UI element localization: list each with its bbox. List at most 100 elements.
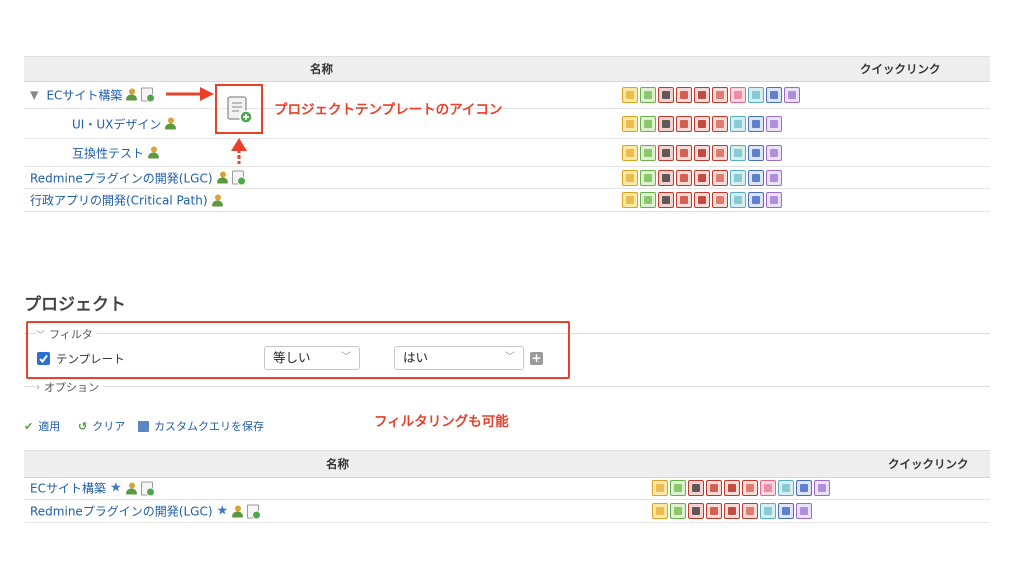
section-title: プロジェクト [24, 295, 126, 315]
gantt-icon[interactable] [676, 115, 692, 132]
word-icon[interactable] [748, 169, 764, 186]
gantt-icon[interactable] [676, 169, 692, 186]
quicklink-group [622, 86, 800, 103]
issues-icon[interactable] [652, 480, 668, 496]
project-link[interactable]: 行政アプリの開発(Critical Path) [30, 192, 208, 209]
settings-icon[interactable] [796, 503, 812, 519]
annotation-arrow-up [231, 138, 247, 164]
settings-icon[interactable] [766, 144, 782, 161]
issues-icon[interactable] [622, 115, 638, 132]
project-link[interactable]: ECサイト構築 [46, 86, 122, 103]
wiki-icon[interactable] [640, 169, 656, 186]
wiki-icon[interactable] [640, 192, 656, 208]
word-icon[interactable] [766, 86, 782, 103]
options-label: オプション [44, 381, 99, 394]
wiki-icon[interactable] [670, 503, 686, 519]
calendar-icon[interactable] [694, 192, 710, 208]
favorite-star-icon[interactable]: ★ [110, 481, 122, 496]
word-icon[interactable] [796, 480, 812, 496]
quicklink-group [622, 144, 782, 161]
bottom-col-quicklink[interactable]: クイックリンク [888, 456, 969, 472]
settings-icon[interactable] [814, 480, 830, 496]
documents-icon[interactable] [778, 480, 794, 496]
settings-icon[interactable] [766, 169, 782, 186]
issues-icon[interactable] [622, 144, 638, 161]
calendar-icon[interactable] [724, 503, 740, 519]
member-icon [148, 146, 160, 159]
chart-icon[interactable] [742, 503, 758, 519]
documents-icon[interactable] [730, 144, 746, 161]
table-row: UI・UXデザイン [24, 109, 990, 139]
wiki-icon[interactable] [640, 115, 656, 132]
calendar-icon[interactable] [694, 115, 710, 132]
clear-button[interactable]: ↺ クリア [78, 418, 125, 434]
documents-icon[interactable] [730, 192, 746, 208]
documents-icon[interactable] [760, 503, 776, 519]
chart-icon[interactable] [712, 169, 728, 186]
project-link[interactable]: Redmineプラグインの開発(LGC) [30, 169, 213, 186]
member-icon [125, 482, 137, 494]
annotation-arrow-right [166, 87, 214, 101]
top-col-quicklink[interactable]: クイックリンク [860, 61, 941, 77]
chart-icon[interactable] [712, 115, 728, 132]
gantt-icon[interactable] [676, 86, 692, 103]
wiki-icon[interactable] [640, 86, 656, 103]
annotation-template-icon-label: プロジェクトテンプレートのアイコン [274, 102, 503, 118]
member-icon [216, 171, 228, 184]
gantt-icon[interactable] [706, 480, 722, 496]
calendar-icon[interactable] [694, 86, 710, 103]
favorite-star-icon[interactable]: ★ [217, 504, 229, 519]
documents-icon[interactable] [730, 115, 746, 132]
apply-button[interactable]: ✔ 適用 [24, 418, 60, 434]
wiki-icon[interactable] [670, 480, 686, 496]
save-query-button[interactable]: カスタムクエリを保存 [138, 418, 264, 434]
documents-icon[interactable] [748, 86, 764, 103]
calendar-icon[interactable] [724, 480, 740, 496]
gantt-icon[interactable] [676, 144, 692, 161]
settings-icon[interactable] [766, 192, 782, 208]
board-icon[interactable] [658, 115, 674, 132]
calendar-icon[interactable] [694, 144, 710, 161]
settings-icon[interactable] [784, 86, 800, 103]
reload-icon: ↺ [78, 419, 88, 433]
template-icon [140, 481, 155, 496]
options-toggle[interactable]: › オプション [36, 379, 103, 395]
issues-icon[interactable] [622, 169, 638, 186]
bottom-col-name[interactable]: 名称 [326, 456, 349, 472]
project-link[interactable]: ECサイト構築 [30, 480, 106, 497]
quicklink-group [622, 169, 782, 186]
board-icon[interactable] [688, 503, 704, 519]
settings-icon[interactable] [766, 115, 782, 132]
chart-icon[interactable] [742, 480, 758, 496]
table-row: 互換性テスト [24, 139, 990, 167]
issues-icon[interactable] [622, 86, 638, 103]
collapse-triangle-icon[interactable]: ▼ [30, 88, 38, 101]
project-link[interactable]: UI・UXデザイン [72, 115, 161, 132]
wiki-icon[interactable] [640, 144, 656, 161]
calendar-icon[interactable] [694, 169, 710, 186]
project-link[interactable]: Redmineプラグインの開発(LGC) [30, 503, 213, 520]
chart-icon[interactable] [712, 144, 728, 161]
documents-icon[interactable] [730, 169, 746, 186]
table-row: ECサイト構築 ★ [24, 477, 990, 500]
board-icon[interactable] [658, 192, 674, 208]
gantt-icon[interactable] [676, 192, 692, 208]
word-icon[interactable] [778, 503, 794, 519]
gantt-icon[interactable] [706, 503, 722, 519]
chart-icon[interactable] [712, 86, 728, 103]
board-icon[interactable] [688, 480, 704, 496]
news-icon[interactable] [730, 86, 746, 103]
word-icon[interactable] [748, 144, 764, 161]
board-icon[interactable] [658, 144, 674, 161]
board-icon[interactable] [658, 86, 674, 103]
top-col-name[interactable]: 名称 [310, 61, 333, 77]
issues-icon[interactable] [652, 503, 668, 519]
word-icon[interactable] [748, 115, 764, 132]
issues-icon[interactable] [622, 192, 638, 208]
news-icon[interactable] [760, 480, 776, 496]
chart-icon[interactable] [712, 192, 728, 208]
chevron-right-icon: › [36, 381, 40, 393]
board-icon[interactable] [658, 169, 674, 186]
project-link[interactable]: 互換性テスト [72, 144, 144, 161]
word-icon[interactable] [748, 192, 764, 208]
